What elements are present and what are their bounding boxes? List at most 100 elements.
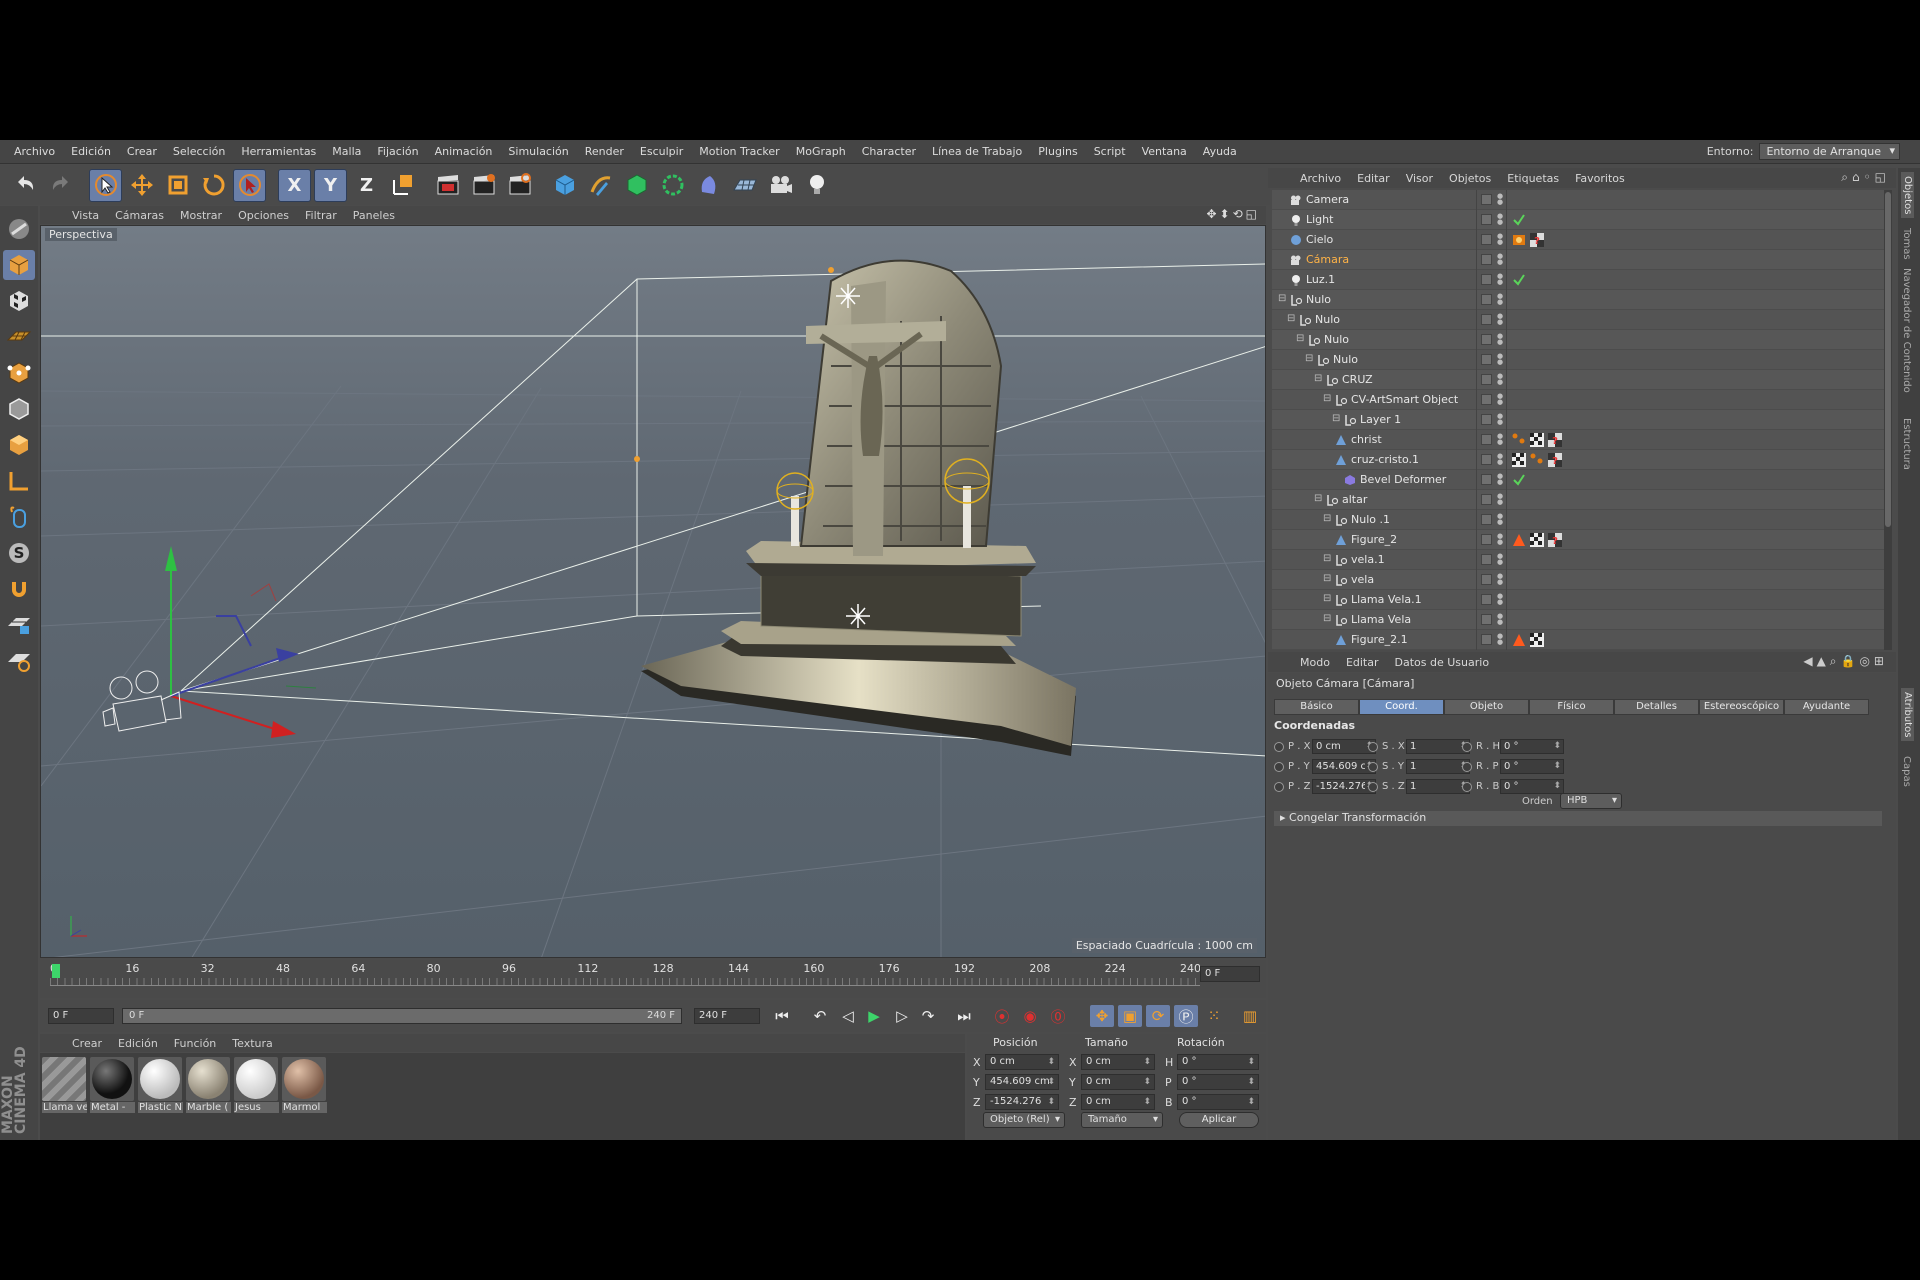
object-name[interactable]: Nulo — [1324, 333, 1349, 346]
rotation-field[interactable]: 0 ° — [1500, 759, 1564, 774]
layer-checkbox[interactable] — [1481, 634, 1492, 645]
object-tree-row[interactable]: ⊟ Layer 1 ● ● — [1272, 410, 1884, 430]
animate-radio-position[interactable] — [1274, 762, 1284, 772]
expand-toggle-icon[interactable]: ⊟ — [1314, 493, 1322, 504]
animate-radio-rotation[interactable] — [1462, 742, 1472, 752]
menu-esculpir[interactable]: Esculpir — [632, 145, 691, 158]
go-to-end-button[interactable]: ⏭ — [952, 1005, 976, 1027]
object-tree-row[interactable]: ⊟ Nulo .1 ● ● — [1272, 510, 1884, 530]
check-icon[interactable] — [1512, 213, 1526, 227]
planar-workplane-button[interactable] — [3, 646, 35, 676]
menu-motion-tracker[interactable]: Motion Tracker — [691, 145, 787, 158]
autokeying-button[interactable]: ◉ — [1018, 1005, 1042, 1027]
vtab-estructura[interactable]: Estructura — [1901, 418, 1912, 470]
layer-checkbox[interactable] — [1481, 594, 1492, 605]
menu-ayuda[interactable]: Ayuda — [1195, 145, 1245, 158]
previous-frame-button[interactable]: ◁ — [836, 1005, 860, 1027]
coord-rot-b-field[interactable]: 0 ° — [1177, 1094, 1259, 1110]
coord-mode-dropdown[interactable]: Objeto (Rel) — [983, 1112, 1065, 1128]
object-menu-etiquetas[interactable]: Etiquetas — [1499, 172, 1567, 185]
expand-toggle-icon[interactable]: ⊟ — [1323, 513, 1331, 524]
visibility-dots[interactable]: ● ● — [1497, 273, 1503, 287]
object-tree-row[interactable]: ⊟ altar ● ● — [1272, 490, 1884, 510]
scale-field[interactable]: 1 — [1406, 759, 1470, 774]
check-icon[interactable] — [1512, 473, 1526, 487]
layer-checkbox[interactable] — [1481, 294, 1492, 305]
object-name[interactable]: CRUZ — [1342, 373, 1373, 386]
camera-button[interactable] — [764, 169, 797, 202]
menu-ventana[interactable]: Ventana — [1134, 145, 1195, 158]
object-tree-row[interactable]: ⊟ Llama Vela ● ● — [1272, 610, 1884, 630]
menu-seleccion[interactable]: Selección — [165, 145, 233, 158]
object-tree-scrollbar[interactable] — [1884, 190, 1892, 650]
object-tree-row[interactable]: Camera ● ● — [1272, 190, 1884, 210]
phong-tag-icon[interactable] — [1512, 433, 1526, 447]
floor-button[interactable] — [728, 169, 761, 202]
cone-tag-icon[interactable] — [1512, 633, 1526, 647]
check-icon[interactable] — [1512, 273, 1526, 287]
environment-dropdown[interactable]: Entorno de Arranque — [1759, 143, 1900, 160]
visibility-dots[interactable]: ● ● — [1497, 553, 1503, 567]
record-position-button[interactable]: ✥ — [1090, 1005, 1114, 1027]
layer-checkbox[interactable] — [1481, 614, 1492, 625]
light-button[interactable] — [800, 169, 833, 202]
visibility-dots[interactable]: ● ● — [1497, 473, 1503, 487]
material-marmol[interactable]: Marmol — [282, 1057, 327, 1115]
rotation-order-dropdown[interactable]: HPB — [1560, 793, 1622, 809]
coord-rot-h-field[interactable]: 0 ° — [1177, 1054, 1259, 1070]
object-menu-objetos[interactable]: Objetos — [1441, 172, 1499, 185]
object-manager-tool-icons[interactable]: ⌕⌂◦◱ — [1841, 170, 1890, 185]
tab-coord[interactable]: Coord. — [1359, 699, 1444, 715]
viewport-menu-mostrar[interactable]: Mostrar — [172, 209, 230, 222]
menu-mograph[interactable]: MoGraph — [788, 145, 854, 158]
object-name[interactable]: cruz-cristo.1 — [1351, 453, 1419, 466]
scale-field[interactable]: 1 — [1406, 739, 1470, 754]
menu-herramientas[interactable]: Herramientas — [233, 145, 324, 158]
visibility-dots[interactable]: ● ● — [1497, 593, 1503, 607]
menu-render[interactable]: Render — [577, 145, 632, 158]
animate-radio-position[interactable] — [1274, 782, 1284, 792]
record-rotation-button[interactable]: ⟳ — [1146, 1005, 1170, 1027]
redo-button[interactable] — [44, 169, 77, 202]
z-axis-button[interactable]: Z — [350, 169, 383, 202]
rotate-tool-button[interactable] — [197, 169, 230, 202]
material-menu-textura[interactable]: Textura — [224, 1037, 280, 1050]
apply-button[interactable]: Aplicar — [1179, 1112, 1259, 1128]
menu-edicion[interactable]: Edición — [63, 145, 119, 158]
scrollbar-thumb[interactable] — [1885, 192, 1891, 527]
object-tree-row[interactable]: ⊟ CRUZ ● ● — [1272, 370, 1884, 390]
tab-objeto[interactable]: Objeto — [1444, 699, 1529, 715]
layer-checkbox[interactable] — [1481, 214, 1492, 225]
object-tree-row[interactable]: Cielo ● ●? — [1272, 230, 1884, 250]
layer-checkbox[interactable] — [1481, 554, 1492, 565]
expand-toggle-icon[interactable]: ⊟ — [1332, 413, 1340, 424]
layer-checkbox[interactable] — [1481, 334, 1492, 345]
object-name[interactable]: Camera — [1306, 193, 1349, 206]
expand-toggle-icon[interactable]: ⊟ — [1296, 333, 1304, 344]
viewport-menu-vista[interactable]: Vista — [64, 209, 107, 222]
visibility-dots[interactable]: ● ● — [1497, 453, 1503, 467]
next-key-button[interactable]: ↷ — [916, 1005, 940, 1027]
vtab-capas[interactable]: Capas — [1901, 756, 1912, 787]
object-name[interactable]: Cámara — [1306, 253, 1349, 266]
texture-mode-button[interactable] — [3, 286, 35, 316]
expand-toggle-icon[interactable]: ⊟ — [1323, 393, 1331, 404]
menu-plugins[interactable]: Plugins — [1030, 145, 1085, 158]
object-name[interactable]: CV-ArtSmart Object — [1351, 393, 1458, 406]
expand-toggle-icon[interactable]: ⊟ — [1287, 313, 1295, 324]
preview-range-slider[interactable]: 0 F 240 F — [122, 1008, 682, 1024]
current-frame-field[interactable]: 0 F — [1200, 966, 1260, 982]
render-picture-viewer-button[interactable] — [467, 169, 500, 202]
model-mode-button[interactable] — [3, 250, 35, 280]
material-tag-icon[interactable]: ? — [1548, 533, 1562, 547]
object-tree-row[interactable]: Cámara ● ● — [1272, 250, 1884, 270]
move-tool-button[interactable] — [125, 169, 158, 202]
animate-radio-position[interactable] — [1274, 742, 1284, 752]
x-axis-button[interactable]: X — [278, 168, 311, 202]
object-tree-row[interactable]: Luz.1 ● ● — [1272, 270, 1884, 290]
layer-checkbox[interactable] — [1481, 254, 1492, 265]
visibility-dots[interactable]: ● ● — [1497, 213, 1503, 227]
points-mode-button[interactable] — [3, 358, 35, 388]
visibility-dots[interactable]: ● ● — [1497, 193, 1503, 207]
lock-workplane-button[interactable] — [3, 610, 35, 640]
